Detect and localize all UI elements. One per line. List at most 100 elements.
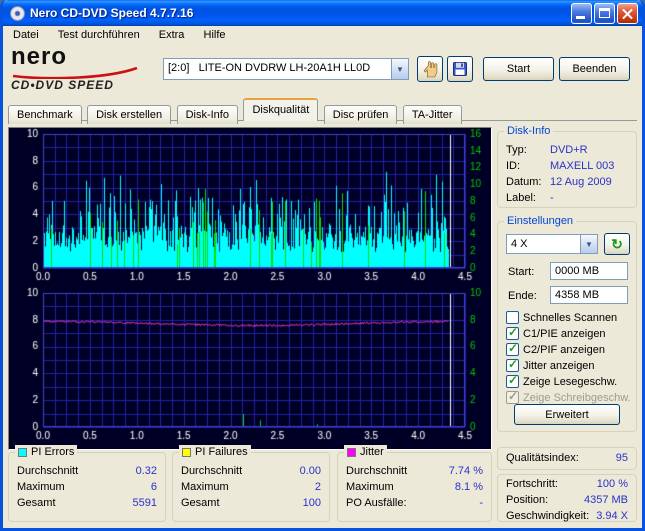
check-icon: ✓: [508, 373, 519, 387]
stat-row: PO Ausfälle: -: [346, 497, 483, 509]
checkbox-c2-pif[interactable]: ✓ C2/PIF anzeigen: [506, 341, 605, 357]
menubar: Datei Test durchführen Extra Hilfe: [3, 26, 642, 45]
save-icon: [453, 62, 467, 76]
tab-disk-info[interactable]: Disk-Info: [176, 105, 238, 124]
disc-id-value: MAXELL 003: [550, 160, 615, 172]
stat-row: Gesamt 100: [181, 497, 321, 509]
pi-failures-title: PI Failures: [195, 446, 248, 458]
jitter-group: Jitter Durchschnitt 7.74 % Maximum 8.1 % P…: [337, 445, 492, 522]
drive-select[interactable]: [2:0] LITE-ON DVDRW LH-20A1H LL0D ▼: [163, 58, 409, 80]
checkbox-schreibgeschw: ✓ Zeige Schreibgeschw.: [506, 389, 631, 404]
disk-info-title: Disk-Info: [504, 124, 554, 138]
disk-info-group: Disk-Info Typ: DVD+R ID: MAXELL 003 Datum:…: [497, 124, 637, 208]
disc-type-value: DVD+R: [550, 144, 588, 156]
disc-label-value: -: [550, 192, 554, 204]
stat-row: Gesamt 5591: [17, 497, 157, 509]
check-icon: ✓: [508, 389, 519, 403]
menu-datei[interactable]: Datei: [5, 26, 47, 44]
check-icon: ✓: [508, 325, 519, 339]
pi-errors-group: PI Errors Durchschnitt 0.32 Maximum 6 Gesa…: [8, 445, 166, 522]
disc-date-value: 12 Aug 2009: [550, 176, 612, 188]
toolbar: nero CD•DVD SPEED [2:0] LITE-ON DVDRW LH…: [3, 45, 642, 98]
pif-legend-swatch: [182, 447, 191, 457]
chevron-down-icon[interactable]: ▼: [391, 59, 408, 79]
refresh-speed-button[interactable]: ↻: [604, 233, 630, 255]
checkbox-box: ✓: [506, 357, 519, 372]
app-window: Nero CD-DVD Speed 4.7.7.16 Datei Test du…: [0, 0, 645, 531]
stat-row: Durchschnitt 7.74 %: [346, 465, 483, 477]
stat-row: Durchschnitt 0.00: [181, 465, 321, 477]
quality-index-group: Qualitätsindex: 95: [497, 447, 637, 470]
close-button[interactable]: [617, 2, 638, 24]
stat-row: Maximum 6: [17, 481, 157, 493]
titlebar[interactable]: Nero CD-DVD Speed 4.7.7.16: [3, 0, 642, 26]
tab-diskqualitaet[interactable]: Diskqualität: [243, 98, 319, 121]
jitter-title: Jitter: [360, 446, 384, 458]
position-value: 4357 MB: [583, 494, 628, 506]
charts-panel: [8, 127, 492, 450]
hand-tool-button[interactable]: [417, 56, 443, 82]
stat-row: Durchschnitt 0.32: [17, 465, 157, 477]
start-button[interactable]: Start: [483, 57, 554, 81]
pie-legend-swatch: [18, 447, 27, 457]
tab-disk-erstellen[interactable]: Disk erstellen: [87, 105, 172, 124]
checkbox-box: ✓: [506, 389, 519, 404]
disk-info-row: Label: -: [506, 192, 554, 204]
stat-row: Maximum 8.1 %: [346, 481, 483, 493]
checkbox-c1-pie[interactable]: ✓ C1/PIE anzeigen: [506, 325, 606, 341]
checkbox-box: ✓: [506, 373, 519, 388]
start-field[interactable]: 0000 MB: [550, 262, 628, 280]
checkbox-jitter[interactable]: ✓ Jitter anzeigen: [506, 357, 595, 373]
tab-ta-jitter[interactable]: TA-Jitter: [402, 105, 462, 124]
menu-hilfe[interactable]: Hilfe: [196, 26, 234, 44]
charts-canvas: [9, 128, 491, 449]
pi-errors-title: PI Errors: [31, 446, 75, 458]
quality-index-value: 95: [615, 452, 628, 464]
disk-info-row: Datum: 12 Aug 2009: [506, 176, 612, 188]
tab-strip: Benchmark Disk erstellen Disk-Info Diskq…: [8, 98, 463, 124]
maximize-button[interactable]: [594, 2, 615, 24]
speed-select[interactable]: 4 X ▼: [506, 234, 598, 254]
progress-row: Fortschritt: 100 %: [506, 478, 628, 490]
progress-row: Geschwindigkeit: 3.94 X: [506, 510, 628, 522]
menu-extra[interactable]: Extra: [151, 26, 193, 44]
stat-row: Maximum 2: [181, 481, 321, 493]
save-button[interactable]: [447, 56, 473, 82]
start-field-label: Start:: [508, 266, 535, 278]
disk-info-row: Typ: DVD+R: [506, 144, 588, 156]
pi-failures-group: PI Failures Durchschnitt 0.00 Maximum 2 Ge…: [172, 445, 330, 522]
chevron-down-icon[interactable]: ▼: [580, 235, 597, 253]
settings-group: Einstellungen 4 X ▼ ↻ Start: 0000 MB End…: [497, 214, 637, 432]
checkbox-box: ✓: [506, 341, 519, 356]
hand-icon: [423, 60, 437, 77]
quality-index-label: Qualitätsindex:: [506, 452, 579, 464]
minimize-button[interactable]: [571, 2, 592, 24]
app-disc-icon: [10, 5, 25, 21]
progress-value: 100 %: [596, 478, 628, 490]
check-icon: ✓: [508, 357, 519, 371]
tab-benchmark[interactable]: Benchmark: [8, 105, 82, 124]
menu-test-durchfuehren[interactable]: Test durchführen: [50, 26, 148, 44]
disk-info-row: ID: MAXELL 003: [506, 160, 615, 172]
end-field-label: Ende:: [508, 290, 537, 302]
jitter-legend-swatch: [347, 447, 356, 457]
nero-logo-product: CD•DVD SPEED: [11, 78, 114, 92]
checkbox-box: [506, 311, 519, 324]
titlebar-buttons: [571, 2, 638, 24]
maximize-icon: [599, 7, 610, 18]
settings-title: Einstellungen: [504, 214, 577, 228]
quit-button[interactable]: Beenden: [559, 57, 630, 81]
speed-value: 3.94 X: [596, 510, 628, 522]
nero-logo: nero CD•DVD SPEED: [11, 45, 161, 95]
nero-logo-text: nero: [11, 43, 68, 70]
checkbox-lesegeschw[interactable]: ✓ Zeige Lesegeschw.: [506, 373, 617, 389]
progress-group: Fortschritt: 100 % Position: 4357 MB Gesch…: [497, 474, 637, 522]
progress-row: Position: 4357 MB: [506, 494, 628, 506]
checkbox-schnelles-scannen[interactable]: Schnelles Scannen: [506, 310, 617, 325]
advanced-button[interactable]: Erweitert: [514, 404, 620, 425]
drive-select-value: [2:0] LITE-ON DVDRW LH-20A1H LL0D: [168, 62, 371, 74]
window-title: Nero CD-DVD Speed 4.7.7.16: [30, 6, 194, 20]
end-field[interactable]: 4358 MB: [550, 286, 628, 304]
speed-select-value: 4 X: [511, 238, 528, 250]
tab-disc-pruefen[interactable]: Disc prüfen: [323, 105, 398, 124]
